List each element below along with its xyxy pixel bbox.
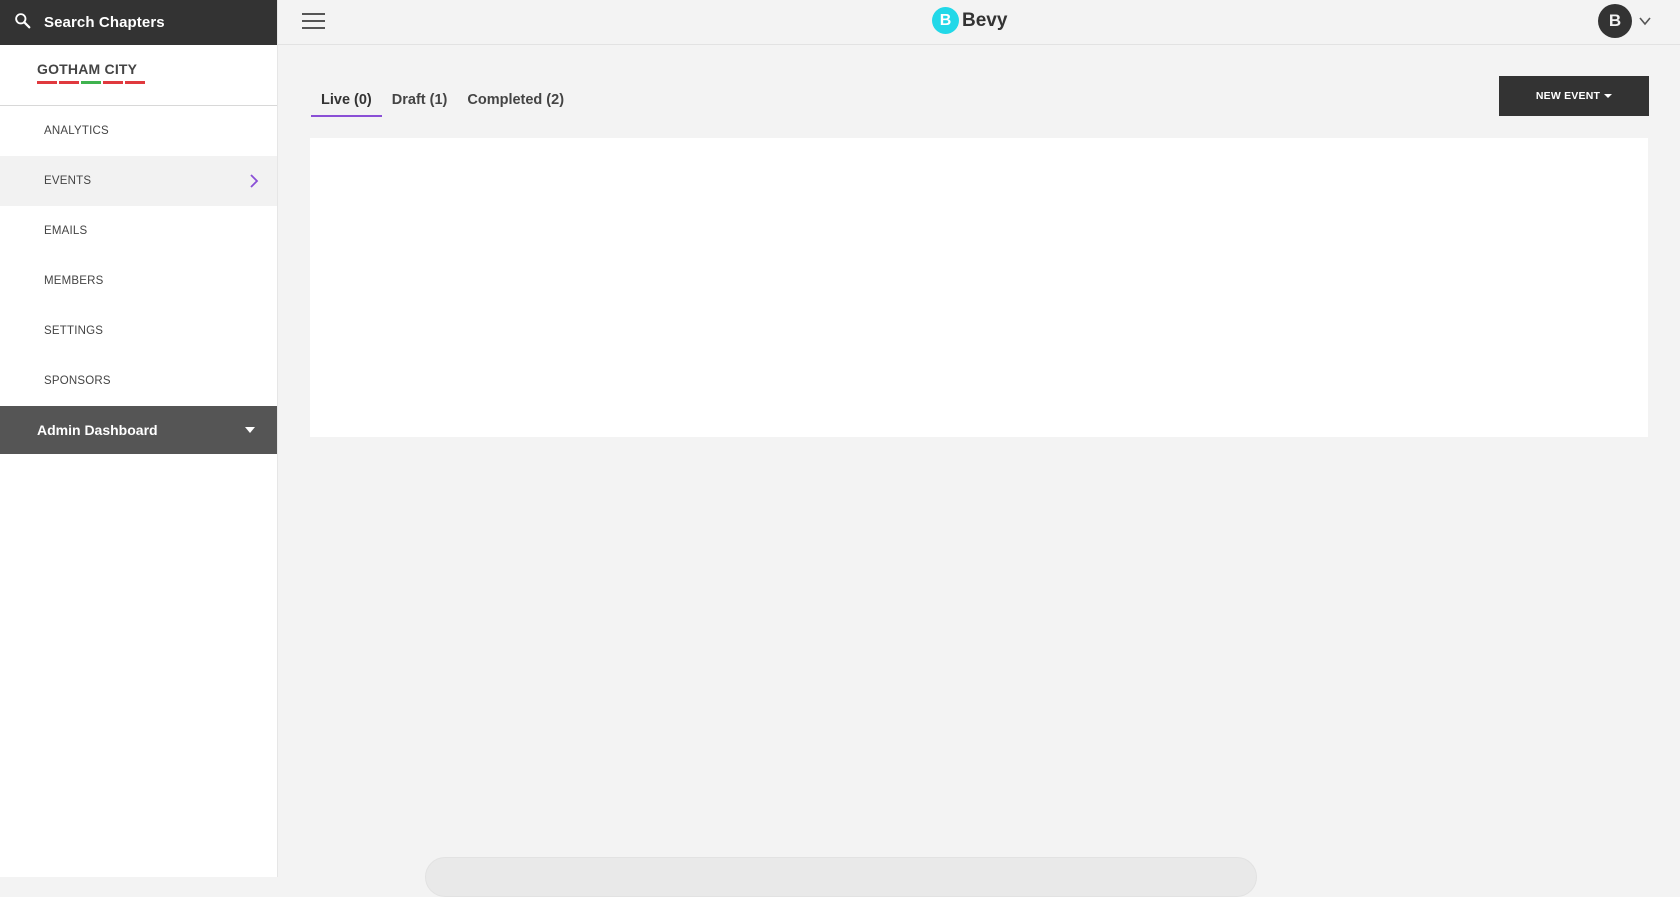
event-status-tabs: Live (0) Draft (1) Completed (2) (311, 86, 574, 117)
sidebar-item-label: SETTINGS (44, 325, 104, 337)
chapter-color-bar (103, 81, 123, 84)
sidebar-nav: ANALYTICS EVENTS EMAILS MEMBERS SETTINGS… (0, 106, 277, 406)
sidebar-item-settings[interactable]: SETTINGS (0, 306, 277, 356)
new-event-label: NEW EVENT (1535, 90, 1601, 102)
user-menu[interactable]: B (1598, 4, 1652, 38)
chapter-name: GOTHAM CITY (37, 61, 138, 77)
chapter-color-bar (81, 81, 101, 84)
sidebar-item-emails[interactable]: EMAILS (0, 206, 277, 256)
search-chapters-button[interactable]: Search Chapters (0, 0, 277, 45)
caret-down-icon (245, 427, 255, 433)
admin-dashboard-label: Admin Dashboard (37, 422, 158, 438)
top-header: B Bevy B (278, 0, 1680, 45)
chevron-right-icon (250, 174, 259, 188)
chapter-header: GOTHAM CITY (0, 45, 277, 106)
search-chapters-label: Search Chapters (44, 14, 165, 31)
search-icon (14, 12, 31, 34)
sidebar-item-sponsors[interactable]: SPONSORS (0, 356, 277, 406)
sidebar-item-label: MEMBERS (44, 275, 104, 287)
chapter-color-bar (59, 81, 79, 84)
sidebar-item-analytics[interactable]: ANALYTICS (0, 106, 277, 156)
brand-name: Bevy (962, 9, 1008, 31)
sidebar-item-members[interactable]: MEMBERS (0, 256, 277, 306)
new-event-button[interactable]: NEW EVENT (1499, 76, 1649, 116)
chapter-color-bar (125, 81, 145, 84)
events-list-panel (310, 138, 1648, 437)
bottom-input-bar (425, 857, 1257, 897)
tab-draft[interactable]: Draft (1) (382, 86, 458, 115)
sidebar-item-label: EVENTS (44, 175, 92, 187)
tab-completed[interactable]: Completed (2) (457, 86, 574, 115)
sidebar-item-label: ANALYTICS (44, 125, 109, 137)
tab-live[interactable]: Live (0) (311, 86, 382, 117)
caret-down-icon (1604, 94, 1613, 98)
sidebar-item-events[interactable]: EVENTS (0, 156, 277, 206)
avatar: B (1598, 4, 1632, 38)
chevron-down-icon (1639, 17, 1651, 26)
chapter-color-bars (37, 81, 277, 84)
hamburger-menu-icon[interactable] (302, 13, 326, 31)
chapter-color-bar (37, 81, 57, 84)
sidebar-item-label: SPONSORS (44, 375, 111, 387)
admin-dashboard-toggle[interactable]: Admin Dashboard (0, 406, 277, 454)
bevy-logo-icon: B (932, 7, 959, 34)
sidebar-item-label: EMAILS (44, 225, 88, 237)
sidebar: Search Chapters GOTHAM CITY ANALYTICS EV… (0, 0, 278, 877)
brand-logo[interactable]: B Bevy (932, 7, 1007, 34)
